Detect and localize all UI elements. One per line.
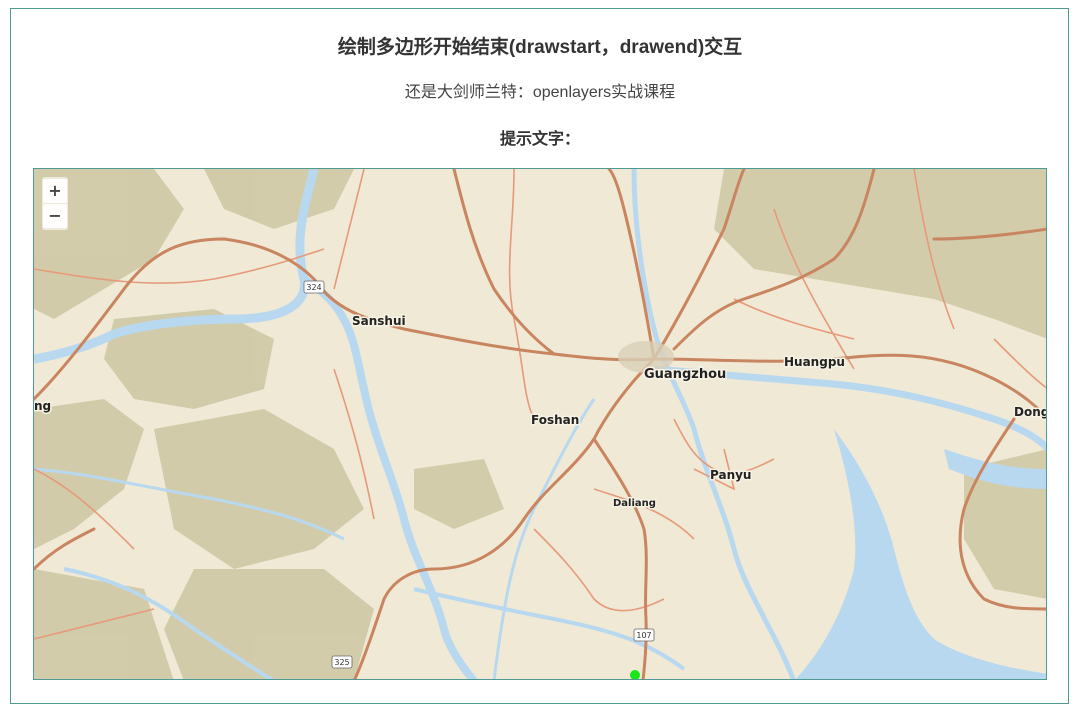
place-label-panyu: Panyu xyxy=(710,468,751,482)
page-subtitle: 还是大剑师兰特：openlayers实战课程 xyxy=(404,84,676,101)
zoom-control: + − xyxy=(42,177,68,230)
zoom-in-button[interactable]: + xyxy=(43,179,67,203)
place-label-sanshui: Sanshui xyxy=(352,314,406,328)
svg-text:107: 107 xyxy=(636,631,651,640)
place-label-dong: Dong xyxy=(1014,405,1047,419)
hint-label: 提示文字： xyxy=(499,131,580,148)
place-label-guangzhou: Guangzhou xyxy=(644,367,726,382)
page-title: 绘制多边形开始结束(drawstart，drawend)交互 xyxy=(337,37,743,58)
route-shield-107: 107 xyxy=(633,628,655,642)
place-label-ng: ng xyxy=(34,399,51,413)
svg-text:324: 324 xyxy=(306,283,321,292)
place-label-foshan: Foshan xyxy=(531,413,579,427)
route-shield-324: 324 xyxy=(303,280,325,294)
route-shield-325: 325 xyxy=(331,655,353,669)
draw-cursor-point xyxy=(630,670,640,679)
map-canvas[interactable]: 324 107 325 Sanshui Guangzhou Huangpu Fo… xyxy=(34,169,1047,680)
svg-text:325: 325 xyxy=(334,658,349,667)
place-label-huangpu: Huangpu xyxy=(784,355,845,369)
place-label-daliang: Daliang xyxy=(613,498,656,509)
hint-text: 提示文字： xyxy=(0,125,1080,149)
zoom-out-button[interactable]: − xyxy=(43,204,67,228)
map-viewport[interactable]: 324 107 325 Sanshui Guangzhou Huangpu Fo… xyxy=(33,168,1047,680)
